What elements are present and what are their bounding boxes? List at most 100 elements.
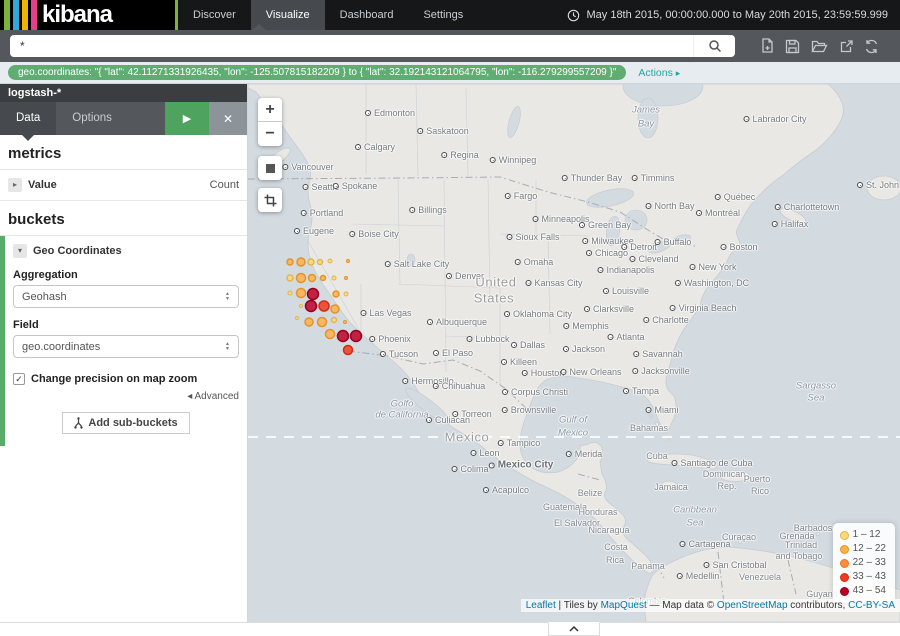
aggregation-label: Aggregation: [13, 269, 239, 281]
editor-tabs: Data Options ▶ ✕: [0, 102, 247, 135]
open-folder-icon: [811, 39, 828, 53]
apply-changes-button[interactable]: ▶: [165, 102, 209, 135]
kibana-logo[interactable]: kibana: [0, 0, 178, 30]
metric-row-value: ▸ Value Count: [0, 170, 247, 201]
attribution-link[interactable]: MapQuest: [601, 600, 647, 611]
new-visualization-button[interactable]: [760, 38, 775, 54]
draw-rectangle-button[interactable]: [258, 188, 282, 212]
search-icon: [708, 39, 722, 53]
legend-row: 12 – 22: [840, 542, 886, 556]
geohash-circle[interactable]: [318, 260, 323, 265]
geohash-circle[interactable]: [344, 346, 353, 355]
geohash-circle[interactable]: [287, 275, 293, 281]
geohash-circle[interactable]: [332, 318, 337, 323]
geohash-circle[interactable]: [328, 259, 332, 263]
aggregation-select[interactable]: Geohash ▲▼: [13, 285, 239, 308]
zoom-out-button[interactable]: −: [258, 122, 282, 146]
caret-left-icon: ◂: [187, 391, 192, 402]
geohash-circle[interactable]: [288, 291, 292, 295]
buckets-heading: buckets: [0, 201, 247, 236]
legend-row: 43 – 54: [840, 584, 886, 598]
spy-panel-toggle[interactable]: [548, 622, 600, 636]
geohash-circle[interactable]: [297, 289, 306, 298]
select-stepper-icon: ▲▼: [225, 342, 230, 352]
geohash-circle[interactable]: [297, 274, 306, 283]
nav-item-settings[interactable]: Settings: [408, 0, 478, 30]
tile-map-canvas[interactable]: VancouverSeattleSpokanePortlandEugeneEdm…: [248, 84, 900, 622]
geohash-circle[interactable]: [351, 331, 362, 342]
nav-item-discover[interactable]: Discover: [178, 0, 251, 30]
active-tab-pointer: [252, 24, 266, 30]
refresh-button[interactable]: [864, 39, 879, 54]
save-visualization-button[interactable]: [785, 39, 800, 54]
geohash-circle[interactable]: [332, 276, 336, 280]
kibana-logo-text: kibana: [42, 1, 112, 29]
new-document-icon: [760, 38, 775, 54]
metric-toggle-button[interactable]: ▸: [8, 178, 22, 192]
discard-changes-button[interactable]: ✕: [209, 102, 247, 135]
crop-icon: [264, 194, 277, 207]
geohash-circle[interactable]: [321, 276, 326, 281]
legend-circle-icon: [840, 545, 849, 554]
clock-icon: [567, 9, 580, 22]
attribution-link[interactable]: OpenStreetMap: [717, 600, 788, 611]
geohash-circle[interactable]: [333, 291, 339, 297]
map-base-layer: [248, 84, 900, 622]
refresh-icon: [864, 39, 879, 54]
geohash-circle[interactable]: [308, 289, 319, 300]
attribution-text: — Map data ©: [647, 600, 717, 611]
geohash-circle[interactable]: [338, 331, 349, 342]
precision-checkbox-row: ✓ Change precision on map zoom: [13, 373, 239, 385]
geohash-circle[interactable]: [306, 301, 317, 312]
geohash-circle[interactable]: [344, 292, 348, 296]
advanced-toggle[interactable]: ◂ Advanced: [13, 391, 239, 402]
field-label: Field: [13, 319, 239, 331]
field-select[interactable]: geo.coordinates ▲▼: [13, 335, 239, 358]
legend-row: 22 – 33: [840, 556, 886, 570]
metric-label: Value: [28, 179, 57, 191]
geohash-circle[interactable]: [319, 301, 329, 311]
search-input[interactable]: [10, 39, 693, 53]
plus-icon: +: [265, 101, 274, 119]
geohash-circle[interactable]: [300, 305, 303, 308]
query-bar: [0, 30, 900, 62]
geohash-circle[interactable]: [331, 305, 339, 313]
legend-circle-icon: [840, 531, 849, 540]
nav-item-dashboard[interactable]: Dashboard: [325, 0, 409, 30]
attribution-text: | Tiles by: [556, 600, 601, 611]
load-visualization-button[interactable]: [811, 39, 828, 53]
timepicker-button[interactable]: May 18th 2015, 00:00:00.000 to May 20th …: [555, 0, 900, 30]
geohash-circle[interactable]: [344, 321, 347, 324]
fork-icon: [74, 417, 83, 429]
geohash-circle[interactable]: [305, 318, 313, 326]
geo-filter-pill[interactable]: geo.coordinates: "{ "lat": 42.1127133192…: [8, 65, 626, 80]
add-sub-buckets-button[interactable]: Add sub-buckets: [62, 412, 189, 434]
zoom-in-button[interactable]: +: [258, 98, 282, 122]
vis-editor-sidebar: logstash-* Data Options ▶ ✕ metrics ▸ Va…: [0, 84, 248, 622]
precision-checkbox[interactable]: ✓: [13, 373, 25, 385]
zoom-controls: + −: [258, 98, 282, 146]
play-icon: ▶: [183, 113, 191, 125]
geohash-circle[interactable]: [308, 259, 314, 265]
geohash-circle[interactable]: [296, 317, 299, 320]
filter-actions-link[interactable]: Actions ▸: [638, 67, 680, 79]
search-button[interactable]: [693, 35, 735, 57]
geohash-circle[interactable]: [287, 259, 293, 265]
tab-options[interactable]: Options: [56, 102, 128, 135]
tab-data[interactable]: Data: [0, 102, 56, 135]
geohash-circle[interactable]: [297, 258, 305, 266]
caret-right-icon: ▸: [676, 68, 681, 78]
geohash-circle[interactable]: [309, 275, 316, 282]
bucket-toggle-button[interactable]: ▾: [13, 244, 27, 258]
geohash-circle[interactable]: [347, 260, 350, 263]
geohash-circle[interactable]: [326, 330, 335, 339]
fit-data-bounds-button[interactable]: [258, 156, 282, 180]
attribution-link[interactable]: Leaflet: [526, 600, 556, 611]
geohash-circle[interactable]: [318, 318, 327, 327]
fit-bounds-control: [258, 156, 282, 180]
geohash-circle[interactable]: [345, 277, 348, 280]
caret-down-icon: ▾: [18, 246, 22, 255]
share-visualization-button[interactable]: [839, 39, 854, 54]
close-icon: ✕: [223, 112, 233, 126]
attribution-link[interactable]: CC-BY-SA: [848, 600, 895, 611]
